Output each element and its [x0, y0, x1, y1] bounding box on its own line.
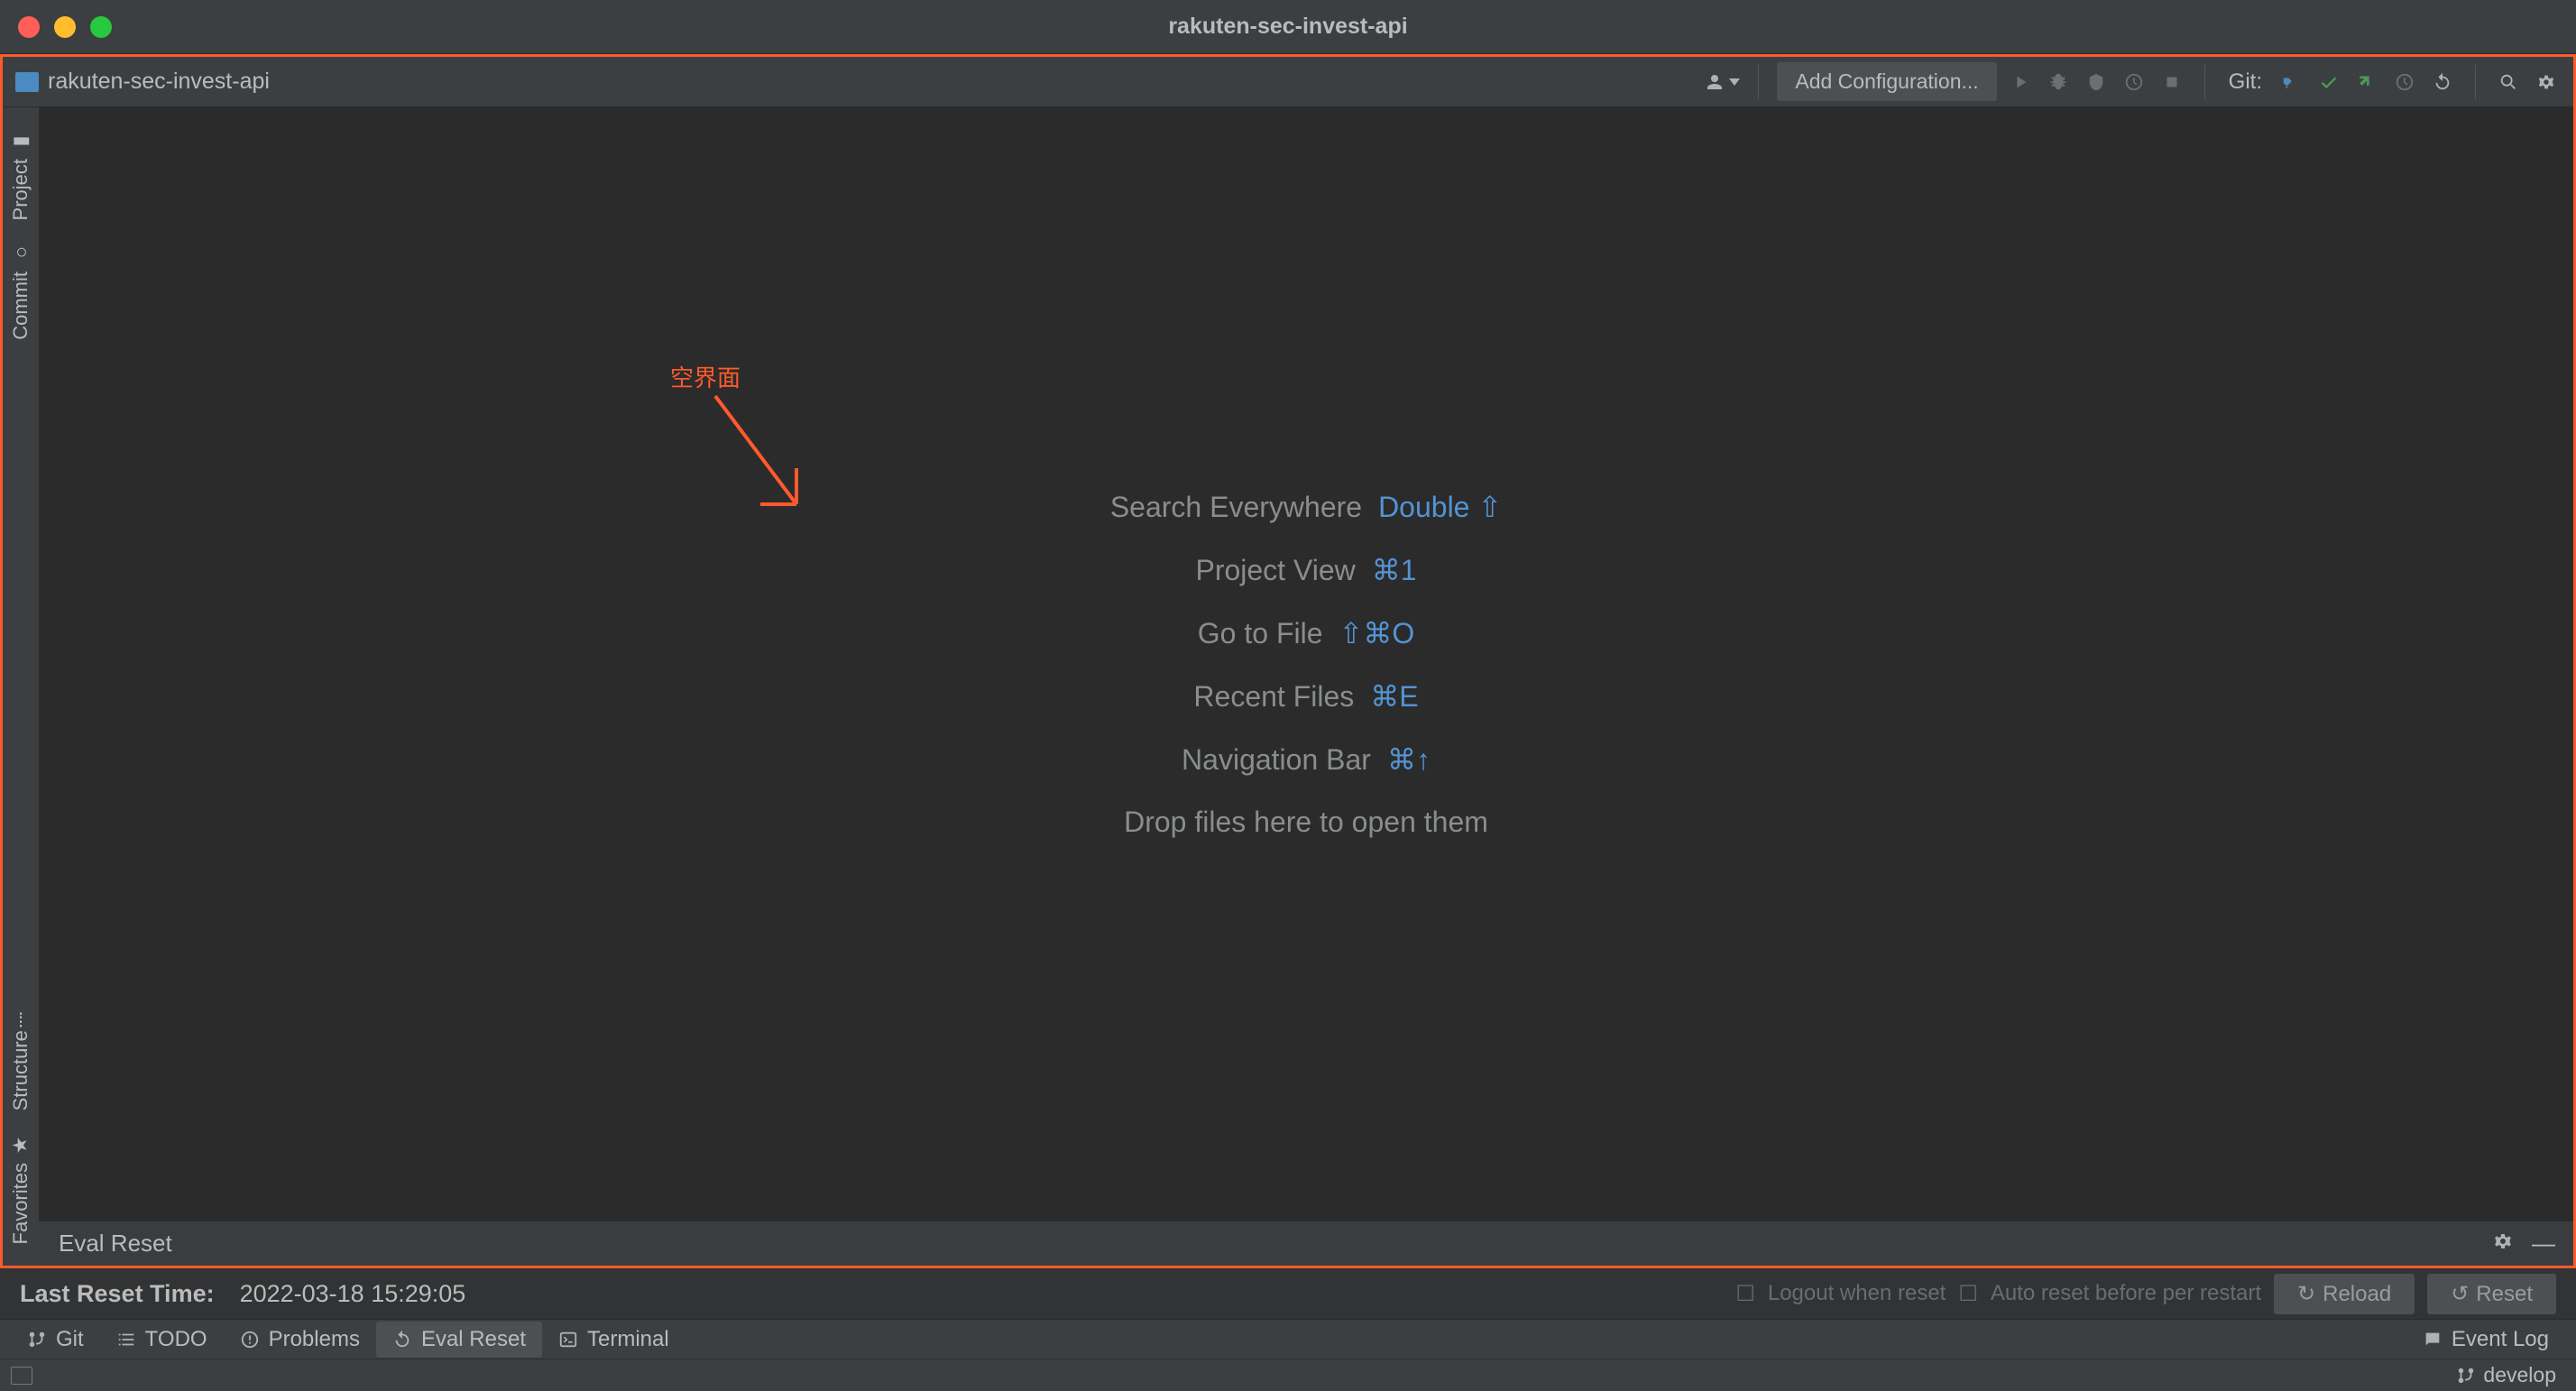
main-toolbar: rakuten-sec-invest-api Add Configuration…	[3, 57, 2573, 107]
list-icon	[116, 1330, 136, 1350]
window-title: rakuten-sec-invest-api	[1168, 14, 1407, 40]
git-rollback-button[interactable]	[2428, 68, 2457, 97]
title-bar: rakuten-sec-invest-api	[0, 0, 2576, 54]
eval-reset-title: Eval Reset	[59, 1230, 172, 1257]
favorites-tool-button[interactable]: Favorites ★	[9, 1122, 32, 1255]
search-everywhere-button[interactable]	[2494, 68, 2523, 97]
auto-reset-checkbox[interactable]: ☐	[1958, 1281, 1978, 1307]
annotation-arrow-icon	[706, 387, 814, 531]
logout-checkbox[interactable]: ☐	[1735, 1281, 1755, 1307]
hint-project-view: Project View ⌘1	[1195, 553, 1416, 587]
terminal-icon	[558, 1330, 578, 1350]
traffic-lights	[18, 16, 112, 38]
run-configuration-selector[interactable]: Add Configuration...	[1777, 62, 1996, 101]
hint-recent-files: Recent Files ⌘E	[1193, 679, 1418, 714]
last-reset-label: Last Reset Time:	[20, 1280, 215, 1308]
git-branch-indicator[interactable]: develop	[2447, 1363, 2565, 1387]
project-tool-button[interactable]: Project ▮	[9, 118, 32, 231]
ide-settings-button[interactable]	[2532, 68, 2561, 97]
breadcrumb-project-name: rakuten-sec-invest-api	[48, 69, 270, 95]
event-log-tool-button[interactable]: Event Log	[2406, 1322, 2565, 1358]
eval-reset-content: Last Reset Time: 2022-03-18 15:29:05 ☐ L…	[0, 1268, 2576, 1319]
branch-icon	[2456, 1366, 2476, 1386]
left-tool-rail: Project ▮ Commit ○ Structure ⁞ Favorites…	[3, 107, 39, 1266]
last-reset-time: 2022-03-18 15:29:05	[240, 1280, 466, 1308]
profile-button[interactable]	[2120, 68, 2148, 97]
branch-icon	[27, 1330, 47, 1350]
git-tool-button[interactable]: Git	[11, 1322, 100, 1358]
reload-button[interactable]: ↻Reload	[2274, 1274, 2415, 1314]
git-commit-button[interactable]	[2314, 68, 2343, 97]
eval-reset-tool-button[interactable]: Eval Reset	[376, 1322, 542, 1358]
hide-panel-button[interactable]: —	[2532, 1230, 2553, 1257]
git-pull-button[interactable]	[2277, 68, 2305, 97]
terminal-tool-button[interactable]: Terminal	[542, 1322, 685, 1358]
reset-button[interactable]: ↺Reset	[2427, 1274, 2556, 1314]
chat-icon	[2423, 1330, 2443, 1350]
code-with-me-button[interactable]	[1704, 71, 1740, 93]
folder-icon: ▮	[10, 129, 32, 152]
git-push-button[interactable]	[2352, 68, 2381, 97]
git-label: Git:	[2229, 69, 2262, 95]
minimize-window-button[interactable]	[54, 16, 76, 38]
run-coverage-button[interactable]	[2082, 68, 2111, 97]
run-button[interactable]	[2006, 68, 2035, 97]
commit-icon: ○	[10, 242, 32, 265]
editor-area[interactable]: 空界面 Search Everywhere Double ⇧ Project V…	[39, 107, 2573, 1266]
stop-button[interactable]	[2157, 68, 2186, 97]
eval-reset-panel-header: Eval Reset —	[39, 1221, 2573, 1266]
auto-reset-checkbox-label: Auto reset before per restart	[1991, 1281, 2261, 1306]
debug-button[interactable]	[2044, 68, 2073, 97]
annotation-highlight-box: rakuten-sec-invest-api Add Configuration…	[0, 54, 2576, 1268]
panel-settings-button[interactable]	[2492, 1230, 2514, 1257]
warning-icon	[240, 1330, 260, 1350]
hint-search-everywhere: Search Everywhere Double ⇧	[1110, 490, 1502, 524]
structure-icon: ⁞	[18, 1009, 23, 1032]
empty-editor-hints: Search Everywhere Double ⇧ Project View …	[39, 107, 2573, 1221]
problems-tool-button[interactable]: Problems	[224, 1322, 376, 1358]
breadcrumb[interactable]: rakuten-sec-invest-api	[15, 69, 270, 95]
bottom-tool-strip: Git TODO Problems Eval Reset Terminal Ev…	[0, 1319, 2576, 1359]
git-history-button[interactable]	[2390, 68, 2419, 97]
close-window-button[interactable]	[18, 16, 40, 38]
tool-windows-toggle-button[interactable]	[11, 1367, 32, 1385]
project-folder-icon	[15, 72, 39, 92]
commit-tool-button[interactable]: Commit ○	[9, 231, 32, 351]
star-icon: ★	[10, 1132, 32, 1156]
structure-tool-button[interactable]: Structure ⁞	[9, 1007, 32, 1121]
hint-go-to-file: Go to File ⇧⌘O	[1198, 616, 1414, 650]
status-bar: develop	[0, 1359, 2576, 1391]
hint-navigation-bar: Navigation Bar ⌘↑	[1182, 742, 1431, 777]
todo-tool-button[interactable]: TODO	[100, 1322, 224, 1358]
drop-files-hint: Drop files here to open them	[1124, 806, 1488, 839]
undo-icon	[392, 1330, 412, 1350]
maximize-window-button[interactable]	[90, 16, 112, 38]
logout-checkbox-label: Logout when reset	[1768, 1281, 1946, 1306]
